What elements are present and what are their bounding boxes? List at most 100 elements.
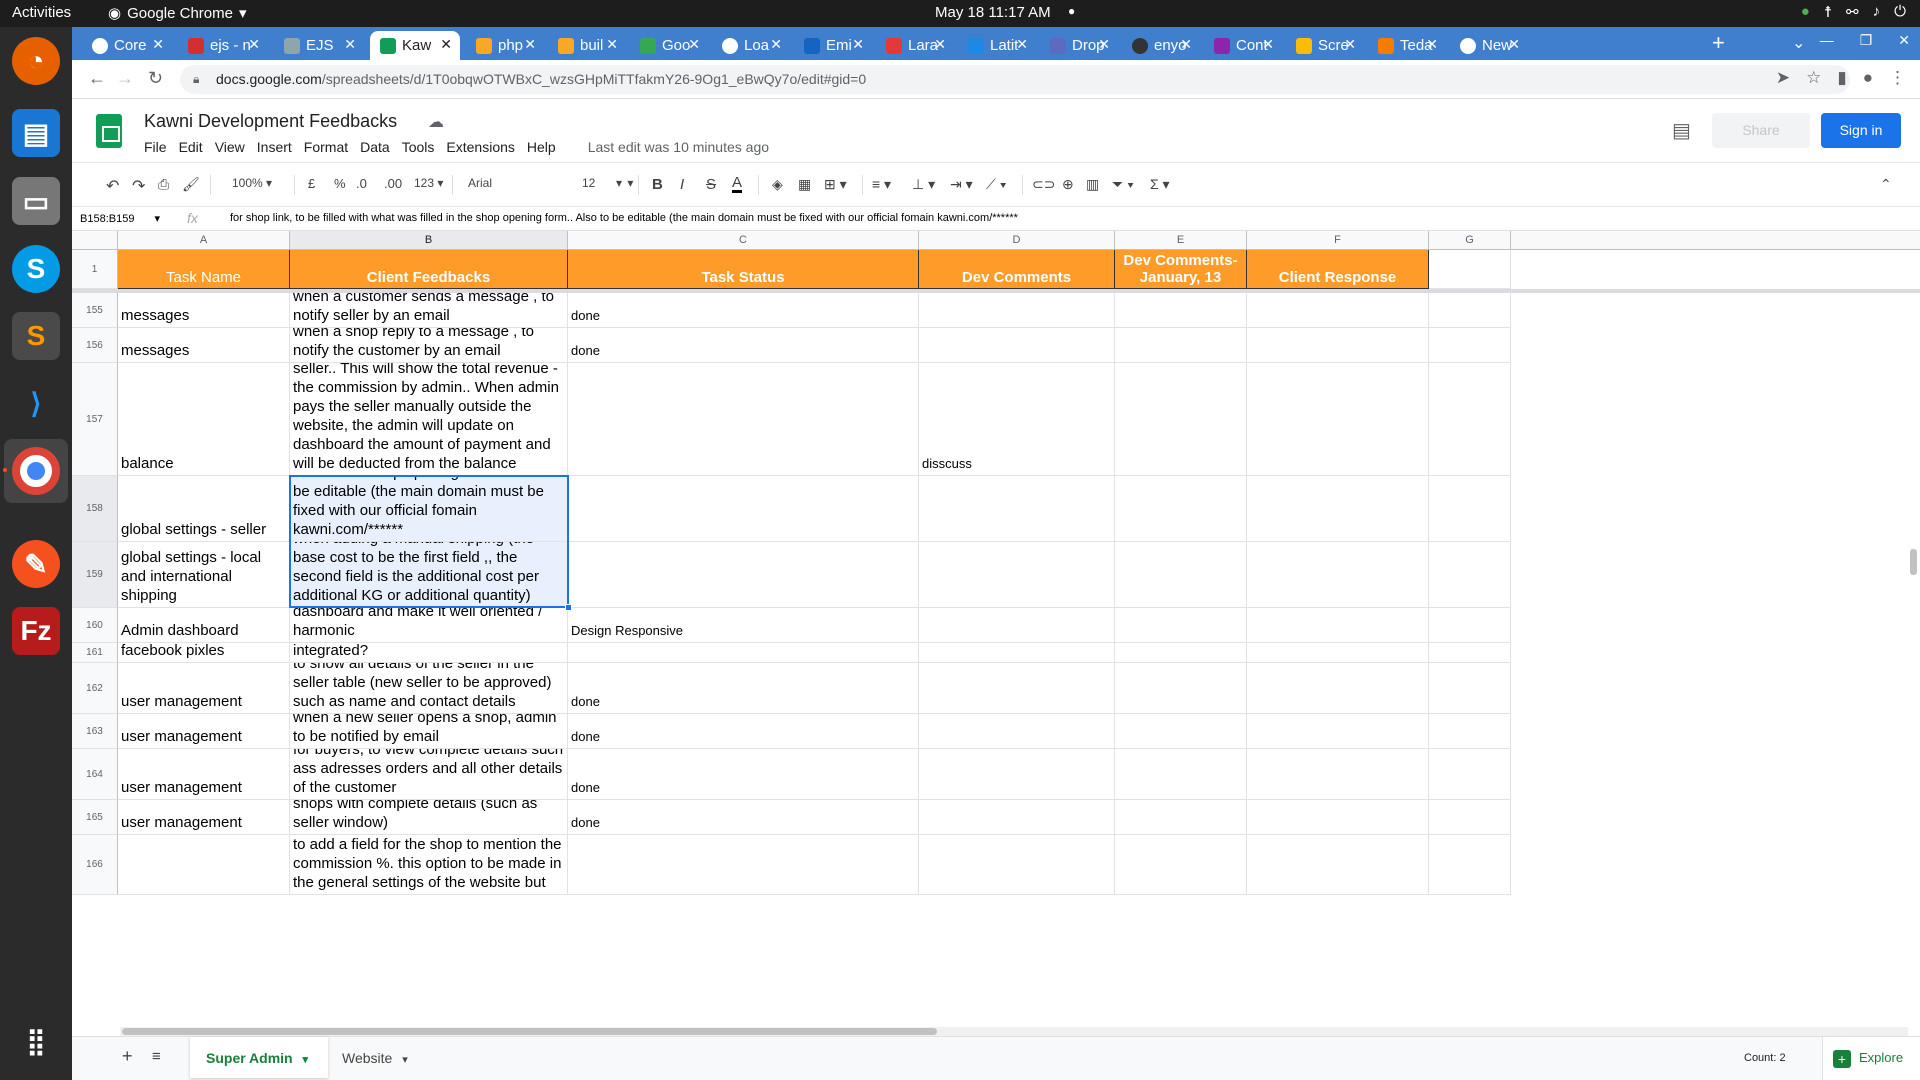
header-task-name[interactable]: Task Name: [118, 250, 290, 289]
cell-g[interactable]: [1429, 476, 1511, 542]
add-sheet-icon[interactable]: +: [122, 1046, 133, 1067]
sheets-logo-icon[interactable]: [96, 114, 122, 148]
menu-edit[interactable]: Edit: [179, 139, 203, 155]
bold-icon[interactable]: B: [652, 176, 663, 193]
decrease-decimal-button[interactable]: .0: [356, 176, 367, 191]
close-icon[interactable]: ✕: [152, 36, 164, 53]
cell-c[interactable]: [568, 835, 919, 895]
sidebar-icon[interactable]: ▮: [1837, 68, 1846, 88]
cell-a[interactable]: user management: [118, 663, 290, 714]
close-icon[interactable]: ✕: [1016, 36, 1028, 53]
forward-icon[interactable]: →: [116, 68, 134, 89]
cell-b[interactable]: when a shop reply to a message , to noti…: [290, 328, 568, 363]
name-box[interactable]: B158:B159 ▾: [80, 212, 160, 225]
row-header[interactable]: 163: [72, 714, 118, 749]
cell-a[interactable]: messages: [118, 328, 290, 363]
close-icon[interactable]: ✕: [1262, 36, 1274, 53]
browser-tab[interactable]: Loa ✕: [712, 31, 790, 60]
print-icon[interactable]: ⎙: [158, 176, 169, 193]
browser-tab[interactable]: php ✕: [466, 31, 544, 60]
font-size-select[interactable]: 12 ▾: [582, 176, 633, 190]
address-bar[interactable]: 🔒︎ docs.google.com/spreadsheets/d/1T0obq…: [180, 65, 1850, 94]
skype-icon[interactable]: S: [12, 245, 60, 293]
cell-d[interactable]: [919, 293, 1115, 328]
cell-a[interactable]: messages: [118, 293, 290, 328]
cell-g[interactable]: [1429, 835, 1511, 895]
close-icon[interactable]: ✕: [1344, 36, 1356, 53]
column-header[interactable]: B: [290, 231, 568, 250]
activities-button[interactable]: Activities: [12, 4, 71, 21]
cell-c[interactable]: done: [568, 293, 919, 328]
cell-e[interactable]: [1115, 800, 1247, 835]
menu-data[interactable]: Data: [360, 139, 390, 155]
cell-a[interactable]: global settings - seller: [118, 476, 290, 542]
cell-d[interactable]: [919, 643, 1115, 663]
cell-g[interactable]: [1429, 663, 1511, 714]
text-rotation-icon[interactable]: ⟋ ▾: [986, 176, 1007, 193]
browser-tab[interactable]: Core ✕: [82, 31, 172, 60]
vertical-scroll-thumb[interactable]: [1910, 549, 1917, 575]
browser-tab[interactable]: Lara ✕: [876, 31, 954, 60]
currency-format-button[interactable]: £: [308, 176, 315, 191]
close-icon[interactable]: ✕: [524, 36, 536, 53]
profile-avatar-icon[interactable]: ●: [1863, 68, 1873, 88]
cell-g[interactable]: [1429, 363, 1511, 476]
close-window-icon[interactable]: ✕: [1898, 32, 1910, 49]
cell-c[interactable]: done: [568, 663, 919, 714]
cell-d[interactable]: [919, 608, 1115, 643]
cell-b[interactable]: to show the balance of payments to selle…: [290, 363, 568, 476]
header-dev-comments-jan13[interactable]: Dev Comments- January, 13: [1115, 250, 1247, 289]
header-empty-g[interactable]: [1429, 250, 1511, 289]
cell-g[interactable]: [1429, 714, 1511, 749]
browser-tab-active[interactable]: Kaw ✕: [370, 31, 460, 60]
header-task-status[interactable]: Task Status: [568, 250, 919, 289]
cell-a[interactable]: user management: [118, 800, 290, 835]
cell-g[interactable]: [1429, 328, 1511, 363]
column-header[interactable]: C: [568, 231, 919, 250]
cell-g[interactable]: [1429, 542, 1511, 608]
vertical-align-icon[interactable]: ⊥ ▾: [912, 176, 935, 193]
sublime-text-icon[interactable]: S: [12, 312, 60, 360]
close-icon[interactable]: ✕: [440, 36, 452, 53]
restore-icon[interactable]: ❐: [1860, 32, 1873, 49]
header-client-feedbacks[interactable]: Client Feedbacks: [290, 250, 568, 289]
cell-b[interactable]: when adding a manual shipping (the base …: [290, 542, 568, 608]
cell-g[interactable]: [1429, 293, 1511, 328]
cell-f[interactable]: [1247, 714, 1429, 749]
browser-tab[interactable]: ejs - n ✕: [178, 31, 268, 60]
insert-comment-icon[interactable]: ⊕: [1062, 176, 1074, 193]
horizontal-scroll-thumb[interactable]: [122, 1028, 937, 1035]
close-icon[interactable]: ✕: [1098, 36, 1110, 53]
undo-icon[interactable]: ↶: [106, 176, 119, 196]
new-tab-button[interactable]: +: [1712, 30, 1725, 56]
reload-icon[interactable]: ↻: [148, 68, 163, 89]
browser-tab[interactable]: Teda ✕: [1368, 31, 1446, 60]
cell-b[interactable]: when a customer sends a message , to not…: [290, 293, 568, 328]
cell-b[interactable]: to add a field for the shop to mention t…: [290, 835, 568, 895]
column-header[interactable]: G: [1429, 231, 1511, 250]
close-icon[interactable]: ✕: [248, 36, 260, 53]
browser-tab[interactable]: Cont ✕: [1204, 31, 1282, 60]
minimize-icon[interactable]: —: [1820, 32, 1834, 49]
close-icon[interactable]: ✕: [770, 36, 782, 53]
comment-history-icon[interactable]: ▤: [1672, 118, 1691, 143]
cell-a[interactable]: [118, 835, 290, 895]
cell-d[interactable]: [919, 835, 1115, 895]
filter-icon[interactable]: ⏷ ▾: [1112, 176, 1134, 193]
menu-view[interactable]: View: [215, 139, 245, 155]
browser-tab[interactable]: Drop ✕: [1040, 31, 1118, 60]
system-tray[interactable]: ● ☨ ⚯ ♪ ⏻: [1801, 3, 1906, 21]
selection-count[interactable]: Count: 2: [1744, 1052, 1786, 1064]
cell-e[interactable]: [1115, 476, 1247, 542]
cell-d[interactable]: [919, 714, 1115, 749]
cell-g[interactable]: [1429, 643, 1511, 663]
document-title[interactable]: Kawni Development Feedbacks: [144, 111, 397, 132]
cell-d[interactable]: [919, 328, 1115, 363]
writer-icon[interactable]: ▤: [12, 109, 60, 157]
fill-handle[interactable]: [565, 604, 572, 611]
cell-f[interactable]: [1247, 363, 1429, 476]
close-icon[interactable]: ✕: [1180, 36, 1192, 53]
cell-c[interactable]: done: [568, 800, 919, 835]
cell-d[interactable]: [919, 749, 1115, 800]
cell-a[interactable]: balance: [118, 363, 290, 476]
